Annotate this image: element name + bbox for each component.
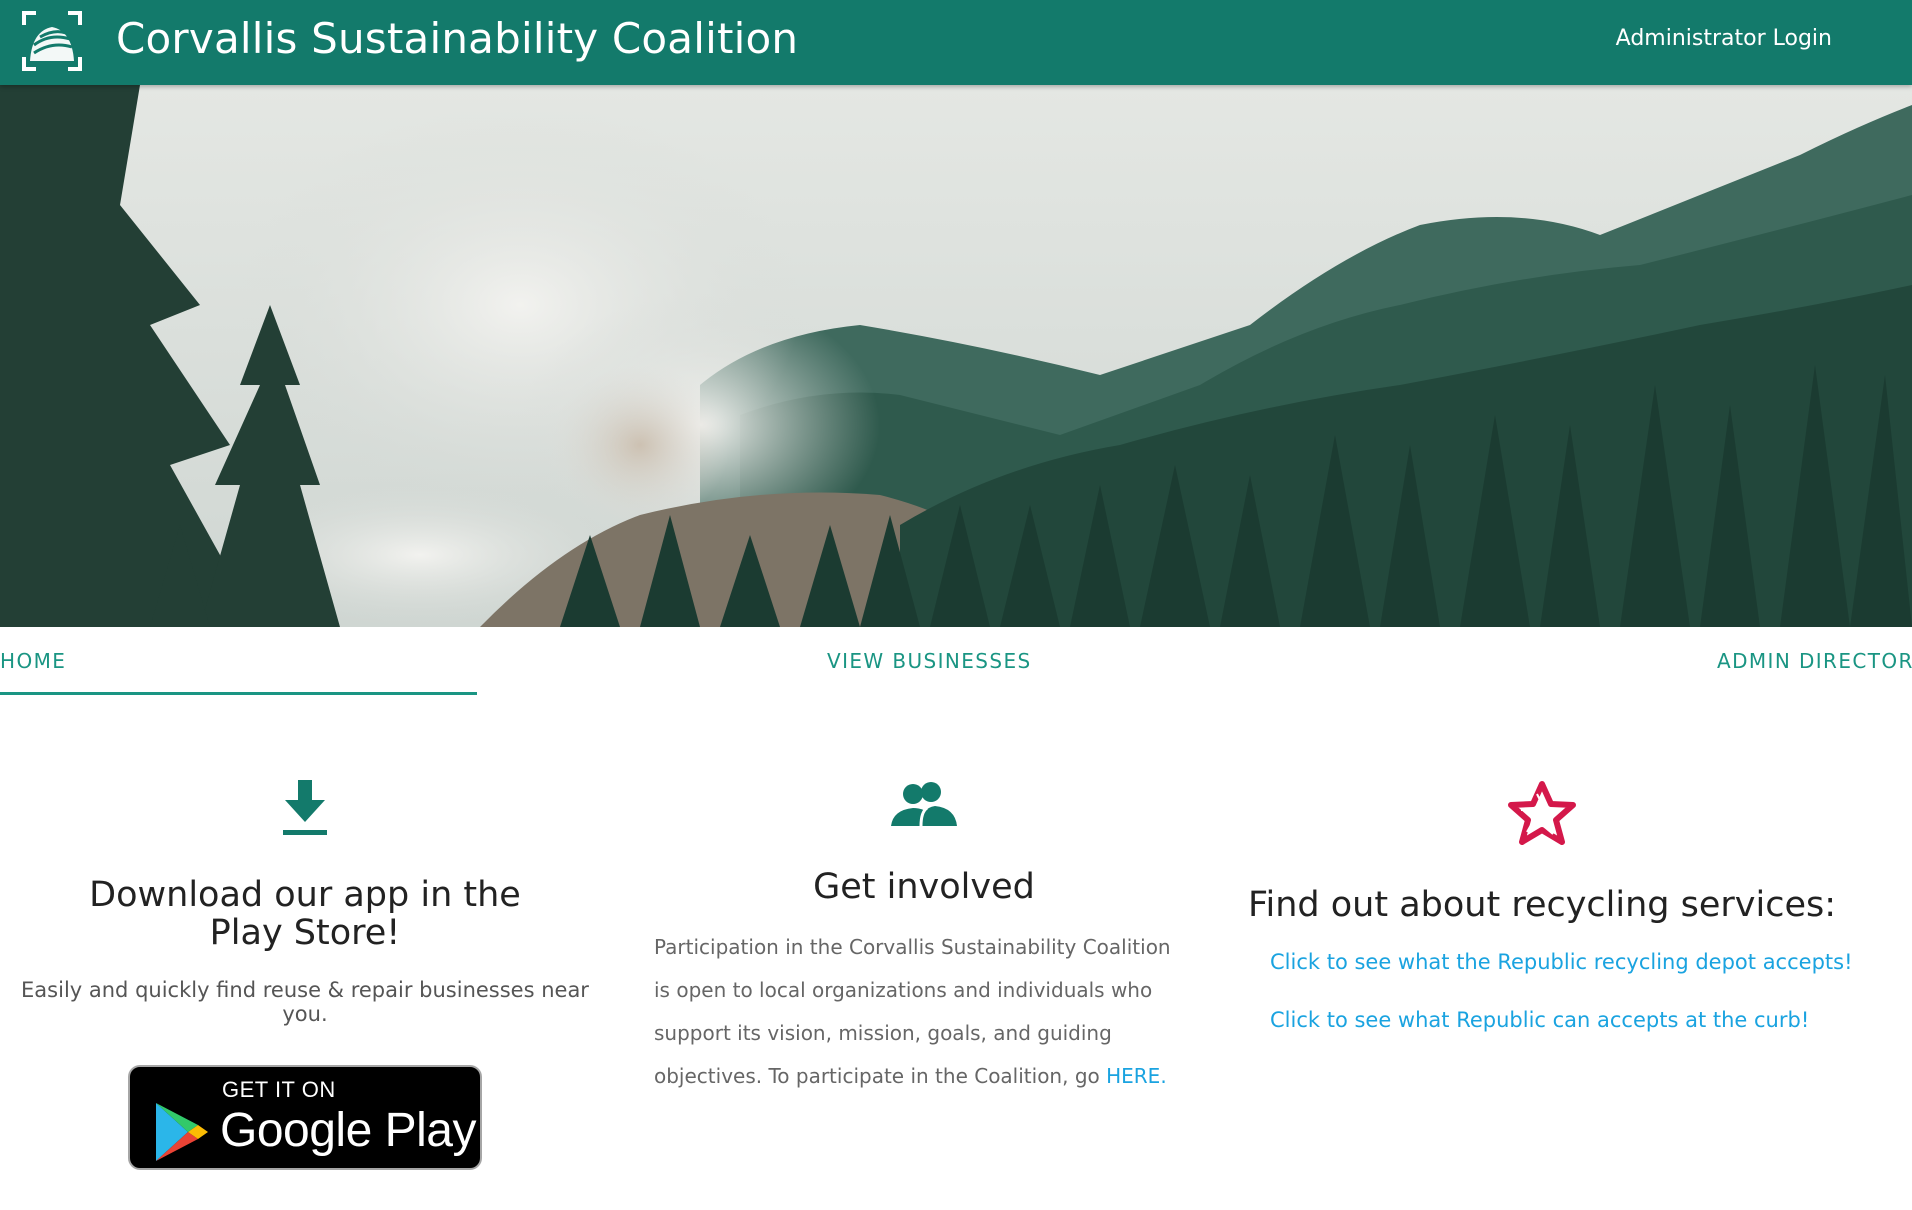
- badge-google-play: Google Play: [220, 1104, 477, 1157]
- participate-here-link[interactable]: HERE.: [1106, 1064, 1167, 1088]
- tab-admin-directory[interactable]: ADMIN DIRECTORY: [1717, 649, 1912, 673]
- badge-get-it-on: GET IT ON: [222, 1077, 336, 1102]
- hero-image: [0, 85, 1912, 627]
- get-involved-section: Get involved Participation in the Corval…: [624, 780, 1224, 1098]
- download-icon: [283, 780, 327, 835]
- download-heading: Download our app in the Play Store!: [89, 875, 521, 953]
- republic-depot-link[interactable]: Click to see what the Republic recycling…: [1270, 950, 1853, 974]
- recycling-services-section: Find out about recycling services: Click…: [1242, 780, 1853, 1032]
- top-app-bar: Corvallis Sustainability Coalition Admin…: [0, 0, 1912, 85]
- forest-mountain-hero-image: [0, 85, 1912, 627]
- download-description: Easily and quickly find reuse & repair b…: [21, 978, 589, 1026]
- republic-curbside-link[interactable]: Click to see what Republic can accepts a…: [1270, 1008, 1842, 1032]
- recycling-heading: Find out about recycling services:: [1247, 885, 1837, 925]
- administrator-login-link[interactable]: Administrator Login: [1616, 26, 1832, 51]
- recycling-star-icon: [1508, 781, 1576, 845]
- people-icon: [891, 782, 957, 827]
- site-title[interactable]: Corvallis Sustainability Coalition: [116, 14, 798, 63]
- main-tab-bar: HOME VIEW BUSINESSES ADMIN DIRECTORY: [0, 627, 1912, 695]
- active-tab-indicator: [0, 692, 477, 695]
- tab-home[interactable]: HOME: [0, 649, 66, 673]
- get-involved-heading: Get involved: [813, 867, 1035, 907]
- google-play-badge-button[interactable]: GET IT ON Google Play: [128, 1065, 482, 1170]
- download-app-section: Download our app in the Play Store! Easi…: [5, 780, 605, 1026]
- coalition-logo-icon[interactable]: [20, 9, 84, 73]
- tab-view-businesses[interactable]: VIEW BUSINESSES: [827, 649, 1032, 673]
- get-involved-description: Participation in the Corvallis Sustainab…: [654, 926, 1184, 1098]
- google-play-logo-icon: [156, 1103, 208, 1161]
- get-involved-text: Participation in the Corvallis Sustainab…: [654, 935, 1171, 1088]
